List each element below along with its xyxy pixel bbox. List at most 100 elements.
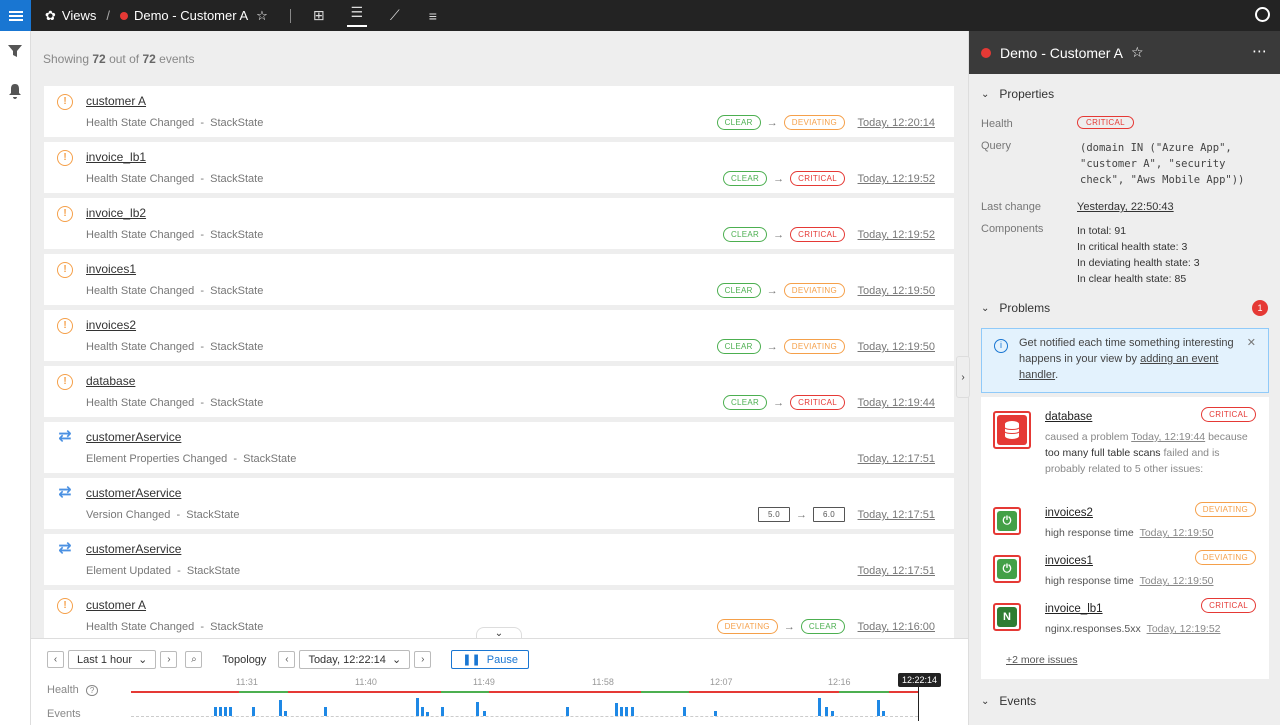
close-icon[interactable]: ✕ xyxy=(1247,335,1256,351)
zoom-icon[interactable]: ⌕ xyxy=(185,651,203,668)
more-options-icon[interactable]: ⋯ xyxy=(1252,42,1268,60)
related-problem-time[interactable]: Today, 12:19:52 xyxy=(1147,623,1221,635)
event-histogram-bar[interactable] xyxy=(818,698,821,716)
database-component-icon[interactable] xyxy=(993,411,1031,449)
event-histogram-bar[interactable] xyxy=(441,707,444,716)
pause-button[interactable]: ❚❚ Pause xyxy=(451,650,529,669)
event-time-link[interactable]: Today, 12:17:51 xyxy=(858,509,935,521)
properties-section-header[interactable]: ⌄ Properties xyxy=(969,82,1054,106)
event-row[interactable]: ! invoice_lb2 Health State Changed - Sta… xyxy=(43,197,955,250)
traces-view-icon[interactable]: ≡ xyxy=(423,8,443,24)
range-back-button[interactable]: ‹ xyxy=(47,651,64,668)
health-segment xyxy=(889,691,918,693)
event-time-link[interactable]: Today, 12:17:51 xyxy=(858,453,935,465)
user-icon[interactable] xyxy=(1255,7,1270,22)
event-histogram-bar[interactable] xyxy=(615,703,618,716)
query-line: (domain IN ("Azure App", xyxy=(1080,142,1232,154)
event-component-link[interactable]: customerAservice xyxy=(86,542,181,556)
event-component-link[interactable]: customer A xyxy=(86,94,146,108)
topology-forward-button[interactable]: › xyxy=(414,651,432,668)
event-histogram-bar[interactable] xyxy=(224,707,227,716)
range-forward-button[interactable]: › xyxy=(160,651,178,668)
event-histogram-bar[interactable] xyxy=(631,707,634,716)
hamburger-menu-button[interactable] xyxy=(0,0,31,31)
event-component-link[interactable]: invoice_lb1 xyxy=(86,150,146,164)
components-label: Components xyxy=(981,223,1044,235)
topology-back-button[interactable]: ‹ xyxy=(278,651,296,668)
event-histogram-bar[interactable] xyxy=(476,702,479,716)
event-row[interactable]: ⇄ customerAservice Version Changed - Sta… xyxy=(43,477,955,530)
panel-star-icon[interactable]: ☆ xyxy=(1131,44,1144,61)
expand-panel-button[interactable]: › xyxy=(956,356,970,398)
event-histogram-bar[interactable] xyxy=(229,707,232,716)
event-histogram-bar[interactable] xyxy=(421,707,424,716)
related-problem-name[interactable]: invoice_lb1 xyxy=(1045,603,1103,615)
range-select[interactable]: Last 1 hour ⌄ xyxy=(68,650,157,669)
related-component-icon[interactable]: ⏻ xyxy=(993,507,1021,535)
event-row[interactable]: ! invoices1 Health State Changed - Stack… xyxy=(43,253,955,306)
events-main: Showing 72 out of 72 events ! customer A… xyxy=(31,31,968,642)
event-histogram-bar[interactable] xyxy=(620,707,623,716)
problems-section-header[interactable]: ⌄ Problems 1 xyxy=(969,296,1280,320)
event-time-link[interactable]: Today, 12:16:00 xyxy=(858,621,935,633)
breadcrumb-views[interactable]: Views xyxy=(62,8,96,23)
star-icon[interactable]: ☆ xyxy=(256,8,268,24)
event-component-link[interactable]: customerAservice xyxy=(86,486,181,500)
event-time-link[interactable]: Today, 12:19:50 xyxy=(858,341,935,353)
event-time-link[interactable]: Today, 12:20:14 xyxy=(858,117,935,129)
metrics-view-icon[interactable]: ⟋ xyxy=(385,7,405,24)
event-histogram-bar[interactable] xyxy=(252,707,255,716)
related-problem-time[interactable]: Today, 12:19:50 xyxy=(1140,527,1214,539)
root-problem-time[interactable]: Today, 12:19:44 xyxy=(1131,431,1205,443)
components-deviating: In deviating health state: 3 xyxy=(1077,257,1200,269)
event-row[interactable]: ! customer A Health State Changed - Stac… xyxy=(43,85,955,138)
event-row[interactable]: ⇄ customerAservice Element Properties Ch… xyxy=(43,421,955,474)
event-histogram-bar[interactable] xyxy=(214,707,217,716)
bell-icon[interactable] xyxy=(0,71,30,111)
related-component-icon[interactable]: ⏻ xyxy=(993,555,1021,583)
event-time-link[interactable]: Today, 12:19:50 xyxy=(858,285,935,297)
last-change-value[interactable]: Yesterday, 22:50:43 xyxy=(1077,201,1174,213)
related-problem-name[interactable]: invoices2 xyxy=(1045,507,1093,519)
event-row[interactable]: ! invoice_lb1 Health State Changed - Sta… xyxy=(43,141,955,194)
related-problem-state: DEVIATING xyxy=(1194,502,1256,517)
event-component-link[interactable]: customerAservice xyxy=(86,430,181,444)
event-histogram-bar[interactable] xyxy=(825,707,828,716)
event-component-link[interactable]: customer A xyxy=(86,598,146,612)
event-histogram-bar[interactable] xyxy=(877,700,880,716)
help-icon[interactable]: ? xyxy=(85,685,99,696)
root-problem-name[interactable]: database xyxy=(1045,411,1092,423)
event-row[interactable]: ! database Health State Changed - StackS… xyxy=(43,365,955,418)
event-row[interactable]: ! invoices2 Health State Changed - Stack… xyxy=(43,309,955,362)
event-component-link[interactable]: invoice_lb2 xyxy=(86,206,146,220)
event-histogram-bar[interactable] xyxy=(566,707,569,716)
event-time-link[interactable]: Today, 12:19:52 xyxy=(858,229,935,241)
event-histogram-bar[interactable] xyxy=(219,707,222,716)
event-component-link[interactable]: invoices2 xyxy=(86,318,136,332)
related-problem-time[interactable]: Today, 12:19:50 xyxy=(1140,575,1214,587)
filter-icon[interactable] xyxy=(0,31,30,71)
health-segment xyxy=(689,691,839,693)
event-component-link[interactable]: invoices1 xyxy=(86,262,136,276)
event-histogram-bar[interactable] xyxy=(279,700,282,716)
topology-view-icon[interactable]: ⊞ xyxy=(309,7,329,24)
events-view-icon[interactable]: ☰ xyxy=(346,4,367,27)
event-component-link[interactable]: database xyxy=(86,374,135,388)
breadcrumb-view-name[interactable]: Demo - Customer A xyxy=(134,8,248,23)
event-time-link[interactable]: Today, 12:17:51 xyxy=(858,565,935,577)
related-problem-desc: high response time Today, 12:19:50 xyxy=(1045,525,1214,541)
event-histogram-bar[interactable] xyxy=(683,707,686,716)
related-component-icon[interactable]: N xyxy=(993,603,1021,631)
event-row[interactable]: ⇄ customerAservice Element Updated - Sta… xyxy=(43,533,955,586)
health-prop-label: Health xyxy=(981,118,1013,130)
events-section-header[interactable]: ⌄ Events xyxy=(969,689,1036,713)
related-problem-name[interactable]: invoices1 xyxy=(1045,555,1093,567)
topology-time-select[interactable]: Today, 12:22:14 ⌄ xyxy=(299,650,411,669)
event-histogram-bar[interactable] xyxy=(324,707,327,716)
events-count-summary: Showing 72 out of 72 events xyxy=(43,52,195,66)
event-histogram-bar[interactable] xyxy=(625,707,628,716)
event-time-link[interactable]: Today, 12:19:52 xyxy=(858,173,935,185)
event-histogram-bar[interactable] xyxy=(416,698,419,716)
event-time-link[interactable]: Today, 12:19:44 xyxy=(858,397,935,409)
more-issues-link[interactable]: +2 more issues xyxy=(1006,652,1078,668)
